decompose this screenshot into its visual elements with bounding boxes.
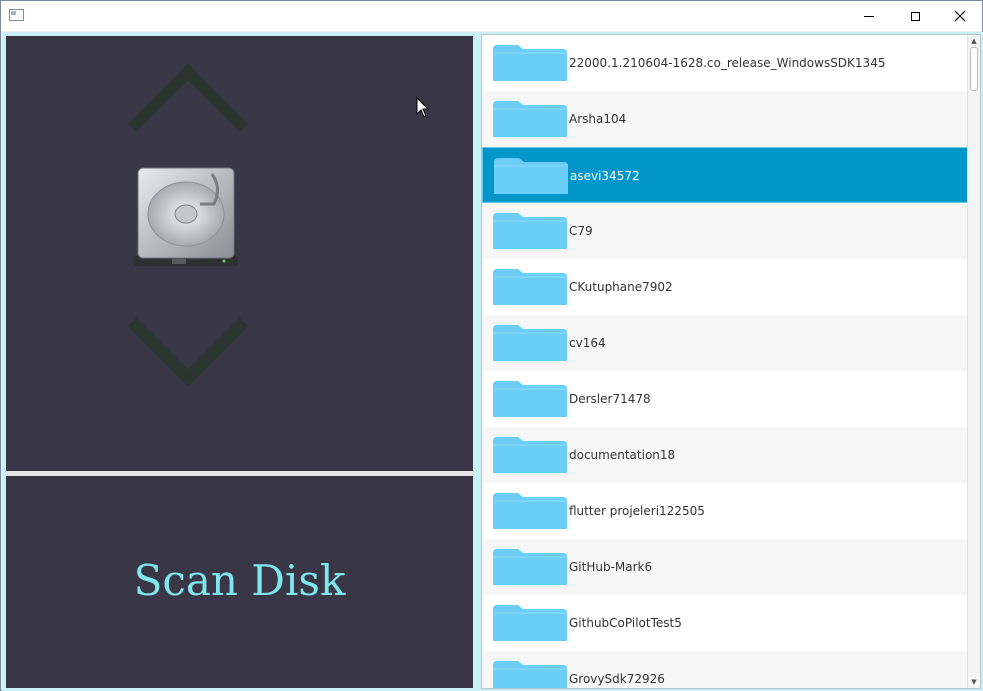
close-icon bbox=[954, 10, 966, 22]
folder-icon bbox=[493, 549, 567, 585]
disk-selector-panel bbox=[6, 36, 473, 471]
app-icon[interactable] bbox=[9, 9, 24, 21]
folder-list-item[interactable]: Arsha104 bbox=[482, 91, 968, 147]
folder-name: Dersler71478 bbox=[569, 392, 651, 406]
chevron-up-icon[interactable] bbox=[126, 64, 250, 136]
scan-panel[interactable]: Scan Disk bbox=[6, 476, 473, 688]
title-bar[interactable] bbox=[1, 1, 982, 31]
folder-name: flutter projeleri122505 bbox=[569, 504, 705, 518]
folder-list-item[interactable]: cv164 bbox=[482, 315, 968, 371]
folder-icon bbox=[493, 213, 567, 249]
close-button[interactable] bbox=[937, 1, 983, 31]
folder-icon bbox=[493, 605, 567, 641]
folder-list-item[interactable]: GitHub-Mark6 bbox=[482, 539, 968, 595]
folder-icon bbox=[493, 45, 567, 81]
folder-list-item[interactable]: GrovySdk72926 bbox=[482, 651, 968, 688]
folder-list-item[interactable]: documentation18 bbox=[482, 427, 968, 483]
chevron-down-icon[interactable] bbox=[126, 314, 250, 386]
folder-name: Arsha104 bbox=[569, 112, 627, 126]
folder-name: cv164 bbox=[569, 336, 606, 350]
folder-icon bbox=[493, 101, 567, 137]
folder-name: documentation18 bbox=[569, 448, 676, 462]
app-window: Scan Disk 22000.1.210604-1628.co_release… bbox=[0, 0, 983, 691]
folder-list-item[interactable]: GithubCoPilotTest5 bbox=[482, 595, 968, 651]
folder-icon bbox=[494, 158, 568, 194]
maximize-icon bbox=[910, 11, 920, 21]
minimize-button[interactable] bbox=[846, 1, 892, 31]
minimize-icon bbox=[864, 15, 874, 17]
hard-disk-icon[interactable] bbox=[130, 164, 242, 272]
folder-icon bbox=[493, 437, 567, 473]
folder-icon bbox=[493, 381, 567, 417]
folder-name: GithubCoPilotTest5 bbox=[569, 616, 682, 630]
scroll-up-icon[interactable]: ▲ bbox=[968, 36, 980, 46]
folder-name: CKutuphane7902 bbox=[569, 280, 673, 294]
main-content: Scan Disk 22000.1.210604-1628.co_release… bbox=[2, 32, 983, 691]
folder-icon bbox=[493, 493, 567, 529]
scan-disk-button[interactable]: Scan Disk bbox=[6, 556, 473, 605]
vertical-scrollbar[interactable]: ▲ ▼ bbox=[967, 35, 980, 688]
folder-list-item[interactable]: flutter projeleri122505 bbox=[482, 483, 968, 539]
folder-name: asevi34572 bbox=[570, 169, 640, 183]
scroll-down-icon[interactable]: ▼ bbox=[968, 677, 980, 687]
folder-name: GrovySdk72926 bbox=[569, 672, 665, 686]
folder-icon bbox=[493, 325, 567, 361]
mouse-cursor-icon bbox=[416, 97, 430, 118]
folder-list[interactable]: 22000.1.210604-1628.co_release_WindowsSD… bbox=[482, 35, 968, 688]
folder-list-item[interactable]: 22000.1.210604-1628.co_release_WindowsSD… bbox=[482, 35, 968, 91]
folder-icon bbox=[493, 269, 567, 305]
folder-name: GitHub-Mark6 bbox=[569, 560, 653, 574]
folder-list-item[interactable]: CKutuphane7902 bbox=[482, 259, 968, 315]
folder-name: C79 bbox=[569, 224, 593, 238]
folder-name: 22000.1.210604-1628.co_release_WindowsSD… bbox=[569, 56, 886, 70]
folder-list-panel: 22000.1.210604-1628.co_release_WindowsSD… bbox=[481, 34, 981, 689]
folder-list-item[interactable]: asevi34572 bbox=[482, 147, 968, 203]
maximize-button[interactable] bbox=[892, 1, 938, 31]
folder-icon bbox=[493, 661, 567, 688]
folder-list-item[interactable]: C79 bbox=[482, 203, 968, 259]
folder-list-item[interactable]: Dersler71478 bbox=[482, 371, 968, 427]
scrollbar-thumb[interactable] bbox=[970, 47, 978, 91]
